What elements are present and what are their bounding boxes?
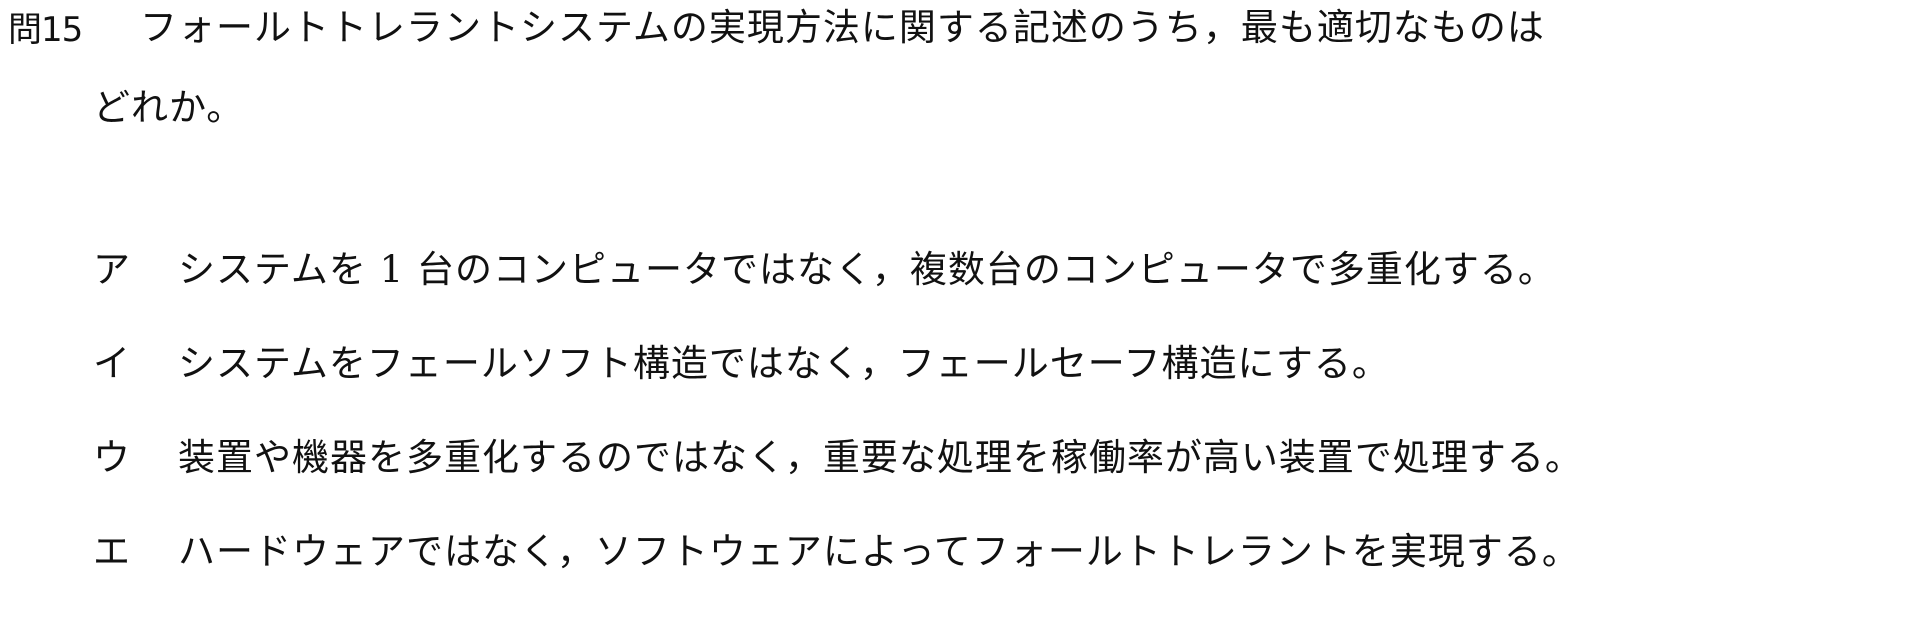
question-text-line-2: どれか。 xyxy=(93,86,245,129)
choice-e: エ ハードウェアではなく，ソフトウェアによってフォールトトレラントを実現する。 xyxy=(93,528,1913,622)
choice-label: イ xyxy=(93,342,130,385)
choice-a: ア システムを 1 台のコンピュータではなく，複数台のコンピュータで多重化する。 xyxy=(93,246,1913,340)
question-text-line-1: フォールトトレラントシステムの実現方法に関する記述のうち，最も適切なものは xyxy=(140,6,1545,49)
exam-question-page: 問15 フォールトトレラントシステムの実現方法に関する記述のうち，最も適切なもの… xyxy=(0,0,1924,573)
choice-u: ウ 装置や機器を多重化するのではなく，重要な処理を稼働率が高い装置で処理する。 xyxy=(93,434,1913,528)
choice-label: ア xyxy=(93,248,130,291)
choice-i: イ システムをフェールソフト構造ではなく，フェールセーフ構造にする。 xyxy=(93,340,1913,434)
choice-text: システムを 1 台のコンピュータではなく，複数台のコンピュータで多重化する。 xyxy=(178,248,1556,291)
choice-label: エ xyxy=(93,530,130,573)
choice-label: ウ xyxy=(93,436,130,479)
choice-text: ハードウェアではなく，ソフトウェアによってフォールトトレラントを実現する。 xyxy=(178,530,1580,573)
choice-text: 装置や機器を多重化するのではなく，重要な処理を稼働率が高い装置で処理する。 xyxy=(178,436,1583,479)
choice-text: システムをフェールソフト構造ではなく，フェールセーフ構造にする。 xyxy=(178,342,1390,385)
answer-choices: ア システムを 1 台のコンピュータではなく，複数台のコンピュータで多重化する。… xyxy=(93,246,1913,622)
question-number: 問15 xyxy=(8,10,83,50)
